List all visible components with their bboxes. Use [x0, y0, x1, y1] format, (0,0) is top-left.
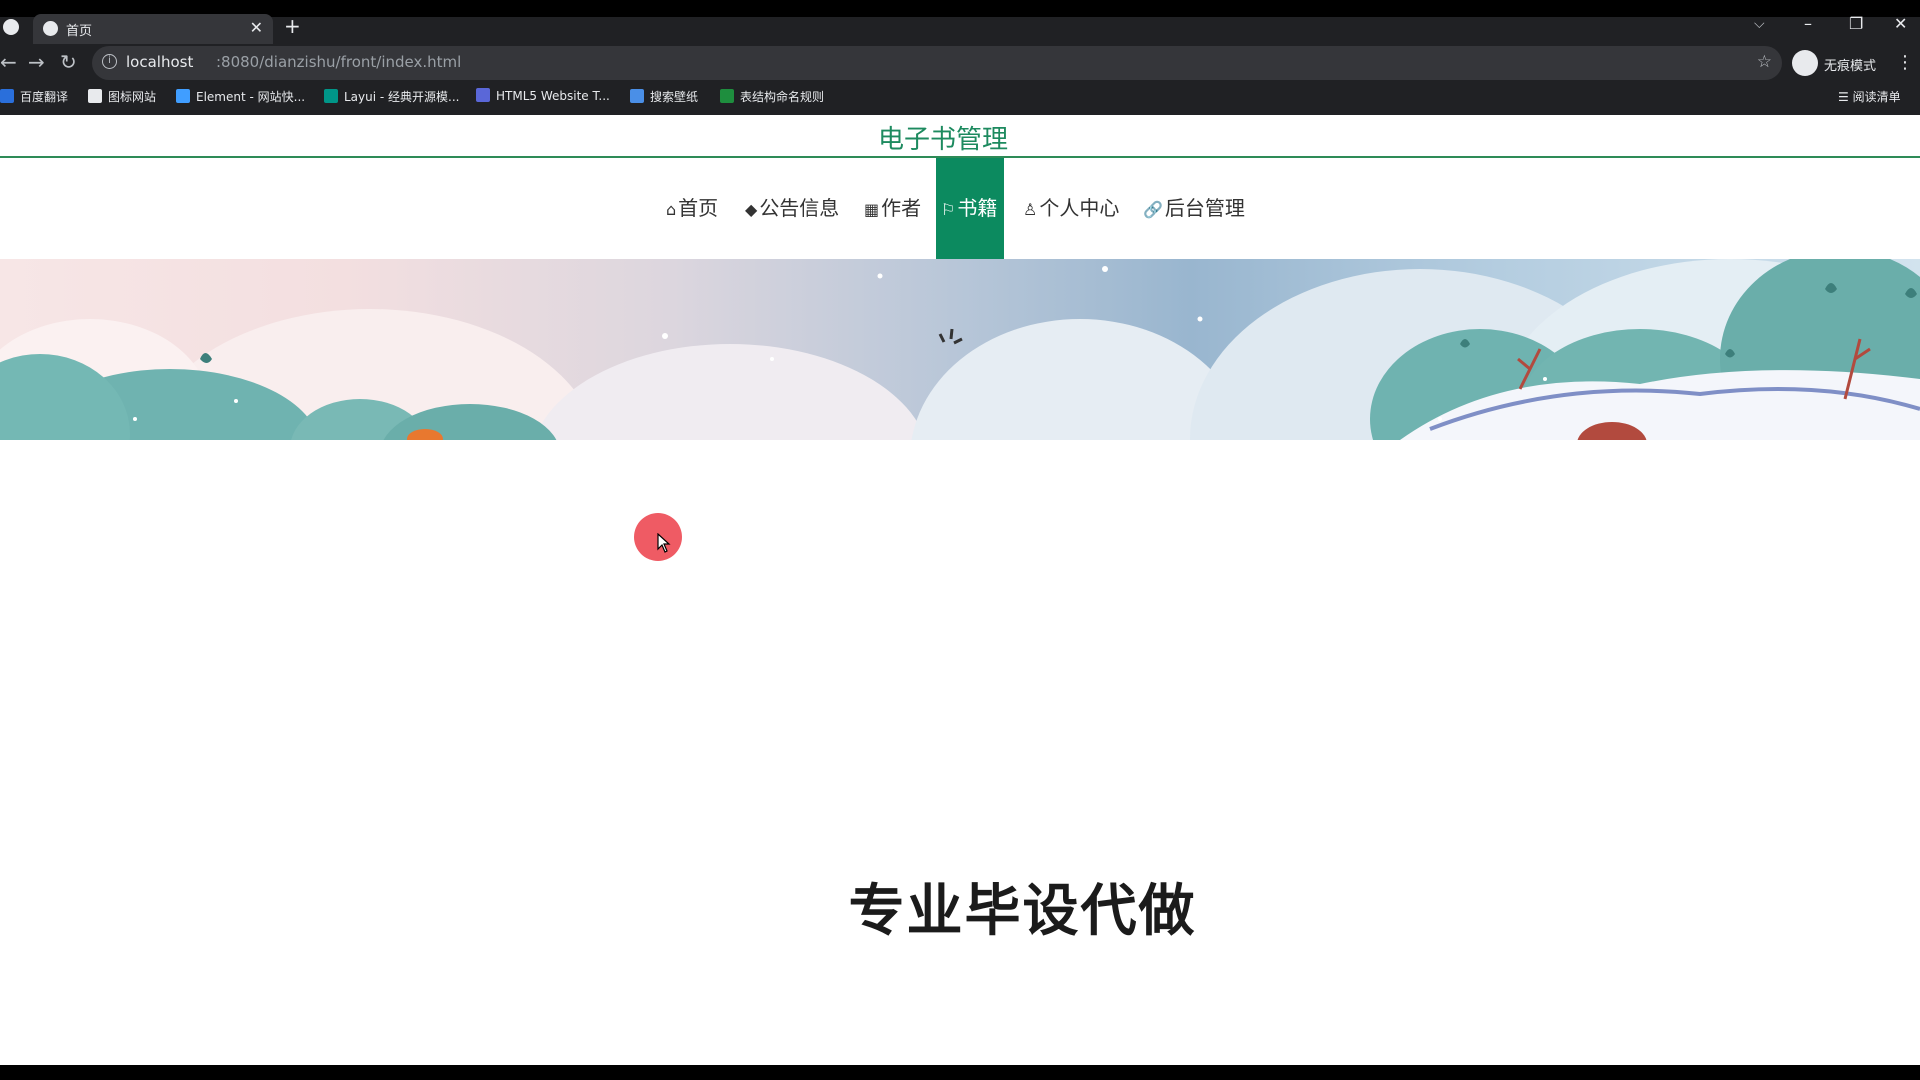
- hero-banner: [0, 259, 1920, 440]
- sheet-icon: [720, 89, 734, 103]
- bookmark-item[interactable]: 表结构命名规则: [720, 88, 824, 105]
- graduation-cap-icon: ◆: [745, 200, 758, 219]
- browser-menu-button[interactable]: ⋮: [1896, 52, 1914, 73]
- nav-item-profile[interactable]: ♙ 个人中心: [1023, 158, 1119, 259]
- minimize-button[interactable]: –: [1804, 14, 1812, 33]
- browser-menu-icon[interactable]: [3, 19, 19, 35]
- bottom-letterbox: [0, 1065, 1920, 1080]
- bookmark-item[interactable]: HTML5 Website T...: [476, 88, 610, 103]
- reload-button[interactable]: ↻: [60, 50, 77, 74]
- bookmark-item[interactable]: 搜索壁纸: [630, 88, 698, 105]
- back-button[interactable]: ←: [0, 50, 17, 74]
- page-content-area: [0, 440, 1920, 1065]
- home-icon: ⌂: [666, 200, 677, 219]
- site-info-icon[interactable]: i: [102, 54, 117, 69]
- browser-tab[interactable]: 首页 ✕: [33, 14, 273, 44]
- url-host: localhost: [126, 53, 194, 71]
- flag-icon: [88, 89, 102, 103]
- flag-icon: ⚐: [941, 200, 956, 219]
- layui-icon: [324, 89, 338, 103]
- browser-chrome: 首页 ✕ + ⌵ – ❐ ✕ ← → ↻ i localhost :8080/d…: [0, 0, 1920, 115]
- url-bar[interactable]: i localhost :8080/dianzishu/front/index.…: [92, 46, 1782, 80]
- restore-button[interactable]: ❐: [1849, 14, 1863, 33]
- nav-item-announcements[interactable]: ◆ 公告信息: [745, 158, 839, 259]
- nav-item-books[interactable]: ⚐ 书籍: [936, 158, 1004, 259]
- tab-close-icon[interactable]: ✕: [250, 18, 263, 37]
- bookmark-item[interactable]: 百度翻译: [0, 88, 68, 105]
- element-hexagon-icon: [176, 89, 190, 103]
- bookmarks-bar: 百度翻译 图标网站 Element - 网站快... Layui - 经典开源模…: [0, 85, 1920, 109]
- nav-item-admin[interactable]: 🔗 后台管理: [1143, 158, 1245, 259]
- video-watermark-text: 专业毕设代做: [848, 879, 1197, 944]
- link-icon: 🔗: [1143, 200, 1163, 219]
- reading-list-button[interactable]: ☰ 阅读清单: [1838, 88, 1901, 105]
- profile-label[interactable]: 无痕模式: [1824, 55, 1876, 74]
- grid-icon: ▦: [864, 200, 880, 219]
- wallpaper-icon: [630, 89, 644, 103]
- tab-title: 首页: [66, 24, 93, 39]
- nav-item-home[interactable]: ⌂ 首页: [666, 158, 718, 259]
- main-nav: ⌂ 首页 ◆ 公告信息 ▦ 作者 ⚐ 书籍 ♙ 个人中心 🔗 后台管理: [0, 158, 1920, 259]
- incognito-avatar-icon[interactable]: [1792, 50, 1818, 76]
- tab-search-chevron-icon[interactable]: ⌵: [1754, 16, 1765, 32]
- user-icon: ♙: [1023, 200, 1038, 219]
- winter-landscape-illustration: [0, 259, 1920, 440]
- forward-button[interactable]: →: [28, 50, 45, 74]
- bookmark-star-icon[interactable]: ☆: [1757, 52, 1772, 72]
- url-path: :8080/dianzishu/front/index.html: [216, 53, 462, 71]
- bookmark-item[interactable]: 图标网站: [88, 88, 156, 105]
- new-tab-button[interactable]: +: [284, 14, 301, 38]
- site-title: 电子书管理: [877, 125, 1008, 155]
- globe-icon: [43, 21, 58, 36]
- bookmark-item[interactable]: Layui - 经典开源模...: [324, 88, 459, 105]
- bookmark-item[interactable]: Element - 网站快...: [176, 88, 305, 105]
- address-bar-row: ← → ↻ i localhost :8080/dianzishu/front/…: [0, 46, 1920, 80]
- nav-item-authors[interactable]: ▦ 作者: [864, 158, 921, 259]
- html5-template-icon: [476, 88, 490, 102]
- close-window-button[interactable]: ✕: [1894, 14, 1907, 33]
- reading-list-icon: ☰: [1838, 90, 1853, 104]
- mouse-cursor-icon: [657, 533, 671, 553]
- baidu-translate-icon: [0, 89, 14, 103]
